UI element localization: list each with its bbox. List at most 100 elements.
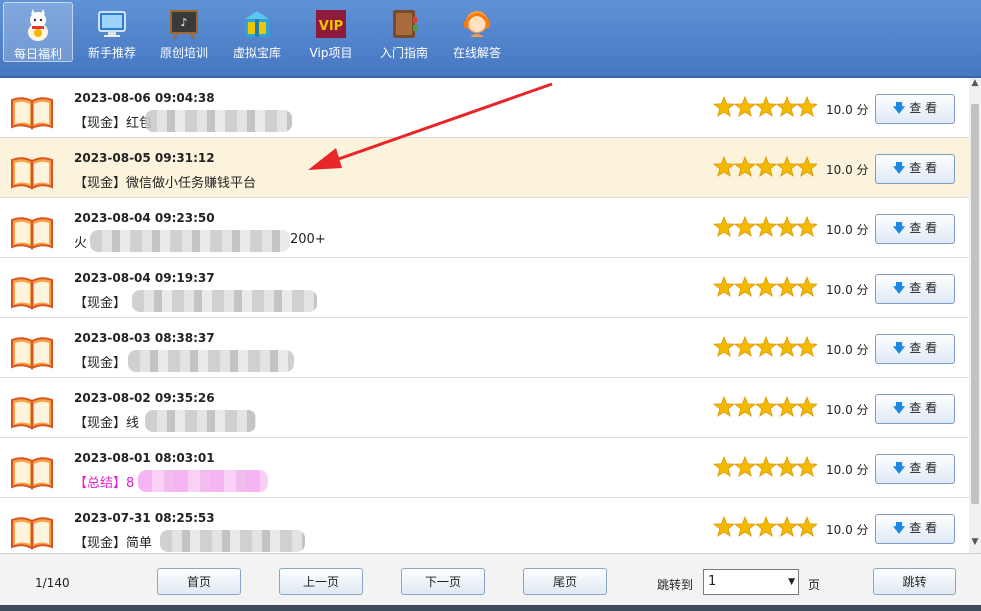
blurred-text — [160, 530, 305, 552]
blurred-text — [90, 230, 290, 252]
item-date: 2023-08-04 09:23:50 — [74, 211, 215, 225]
rating-stars — [713, 516, 817, 537]
item-title[interactable]: 【现金】简单 — [74, 532, 152, 551]
item-score: 10.0 分 — [826, 463, 869, 477]
item-title[interactable]: 【现金】红包 — [74, 112, 152, 131]
view-button-label: 查 看 — [909, 100, 938, 115]
list-item[interactable]: 2023-07-31 08:25:53 【现金】简单 10.0 分 🡇 查 看 — [0, 498, 969, 553]
view-button-label: 查 看 — [909, 520, 938, 535]
blurred-text — [138, 470, 268, 492]
tool-daily-welfare[interactable]: 每日福利 — [3, 2, 73, 62]
view-button[interactable]: 🡇 查 看 — [875, 94, 955, 124]
view-button[interactable]: 🡇 查 看 — [875, 274, 955, 304]
open-book-icon — [11, 277, 53, 310]
list-item[interactable]: 2023-08-05 09:31:12 【现金】微信做小任务赚钱平台 10.0 … — [0, 138, 969, 198]
tool-original-training[interactable]: ♪ 原创培训 — [149, 2, 219, 62]
view-button-label: 查 看 — [909, 340, 938, 355]
open-book-icon — [11, 97, 53, 130]
rating-stars — [713, 216, 817, 237]
item-title[interactable]: 【现金】 — [74, 292, 126, 311]
tool-virtual-treasury[interactable]: 虚拟宝库 — [222, 2, 292, 62]
book-guide-icon — [393, 10, 417, 38]
item-title[interactable]: 【现金】 — [74, 352, 126, 371]
jump-label: 跳转到 — [657, 578, 694, 592]
tool-online-answer[interactable]: 在线解答 — [442, 2, 512, 62]
top-toolbar: 每日福利 新手推荐 ♪ 原创培训 虚拟宝库 VIP Vip项目 入门指南 在线解… — [0, 0, 981, 78]
item-title-suffix: 200+ — [290, 232, 326, 247]
download-arrow-icon: 🡇 — [892, 280, 906, 295]
first-page-button[interactable]: 首页 — [157, 568, 241, 595]
list-item[interactable]: 2023-08-04 09:19:37 【现金】 10.0 分 🡇 查 看 — [0, 258, 969, 318]
item-date: 2023-07-31 08:25:53 — [74, 511, 215, 525]
page-select-value: 1 — [708, 574, 717, 589]
download-arrow-icon: 🡇 — [892, 340, 906, 355]
download-arrow-icon: 🡇 — [892, 100, 906, 115]
item-title[interactable]: 【现金】微信做小任务赚钱平台 — [74, 172, 256, 191]
page-indicator: 1/140 — [35, 576, 70, 590]
item-date: 2023-08-05 09:31:12 — [74, 151, 215, 165]
scroll-down-icon[interactable]: ▼ — [969, 537, 981, 553]
download-arrow-icon: 🡇 — [892, 400, 906, 415]
open-book-icon — [11, 157, 53, 190]
list-item[interactable]: 2023-08-06 09:04:38 【现金】红包 10.0 分 🡇 查 看 — [0, 78, 969, 138]
chevron-down-icon[interactable]: ▼ — [788, 570, 795, 594]
scroll-thumb[interactable] — [971, 104, 979, 504]
item-title[interactable]: 火 — [74, 232, 87, 251]
view-button[interactable]: 🡇 查 看 — [875, 214, 955, 244]
tool-getting-started[interactable]: 入门指南 — [369, 2, 439, 62]
rating-stars — [713, 456, 817, 477]
rating-stars — [713, 156, 817, 177]
item-score: 10.0 分 — [826, 403, 869, 417]
last-page-button[interactable]: 尾页 — [523, 568, 607, 595]
rating-stars — [713, 336, 817, 357]
rating-stars — [713, 276, 817, 297]
item-score: 10.0 分 — [826, 343, 869, 357]
item-score: 10.0 分 — [826, 163, 869, 177]
view-button[interactable]: 🡇 查 看 — [875, 514, 955, 544]
prev-page-button[interactable]: 上一页 — [279, 568, 363, 595]
svg-text:♪: ♪ — [180, 16, 187, 29]
scroll-up-icon[interactable]: ▲ — [969, 78, 981, 94]
item-score: 10.0 分 — [826, 103, 869, 117]
open-book-icon — [11, 337, 53, 370]
app-window: 每日福利 新手推荐 ♪ 原创培训 虚拟宝库 VIP Vip项目 入门指南 在线解… — [0, 0, 981, 611]
list-item[interactable]: 2023-08-04 09:23:50 火 200+ 10.0 分 🡇 查 看 — [0, 198, 969, 258]
list-item[interactable]: 2023-08-01 08:03:01 【总结】8 10.0 分 🡇 查 看 — [0, 438, 969, 498]
item-score: 10.0 分 — [826, 223, 869, 237]
jump-button[interactable]: 跳转 — [873, 568, 956, 595]
view-button-label: 查 看 — [909, 220, 938, 235]
vertical-scrollbar[interactable]: ▲ ▼ — [969, 78, 981, 553]
view-button-label: 查 看 — [909, 460, 938, 475]
tool-label: 新手推荐 — [87, 46, 136, 60]
open-book-icon — [11, 217, 53, 250]
download-arrow-icon: 🡇 — [892, 220, 906, 235]
view-button[interactable]: 🡇 查 看 — [875, 154, 955, 184]
view-button[interactable]: 🡇 查 看 — [875, 394, 955, 424]
item-date: 2023-08-04 09:19:37 — [74, 271, 215, 285]
download-arrow-icon: 🡇 — [892, 460, 906, 475]
view-button-label: 查 看 — [909, 160, 938, 175]
item-score: 10.0 分 — [826, 283, 869, 297]
download-arrow-icon: 🡇 — [892, 160, 906, 175]
tool-newbie-recommend[interactable]: 新手推荐 — [77, 2, 147, 62]
view-button-label: 查 看 — [909, 280, 938, 295]
download-arrow-icon: 🡇 — [892, 520, 906, 535]
open-book-icon — [11, 517, 53, 550]
pagination-bar: 1/140 首页 上一页 下一页 尾页 跳转到 1 ▼ 页 跳转 — [0, 553, 981, 611]
item-date: 2023-08-02 09:35:26 — [74, 391, 215, 405]
lucky-cat-icon — [28, 9, 48, 41]
support-agent-icon — [464, 11, 490, 37]
view-button[interactable]: 🡇 查 看 — [875, 334, 955, 364]
list-item[interactable]: 2023-08-02 09:35:26 【现金】线 10.0 分 🡇 查 看 — [0, 378, 969, 438]
window-bottom-edge — [0, 605, 981, 611]
view-button[interactable]: 🡇 查 看 — [875, 454, 955, 484]
item-title[interactable]: 【现金】线 — [74, 412, 139, 431]
list-item[interactable]: 2023-08-03 08:38:37 【现金】 10.0 分 🡇 查 看 — [0, 318, 969, 378]
gift-box-icon — [245, 11, 269, 37]
tool-vip-project[interactable]: VIP Vip项目 — [296, 2, 366, 62]
page-select[interactable]: 1 ▼ — [703, 569, 799, 595]
item-title[interactable]: 【总结】8 — [74, 472, 134, 491]
next-page-button[interactable]: 下一页 — [401, 568, 485, 595]
rating-stars — [713, 396, 817, 417]
blurred-text — [145, 410, 256, 432]
